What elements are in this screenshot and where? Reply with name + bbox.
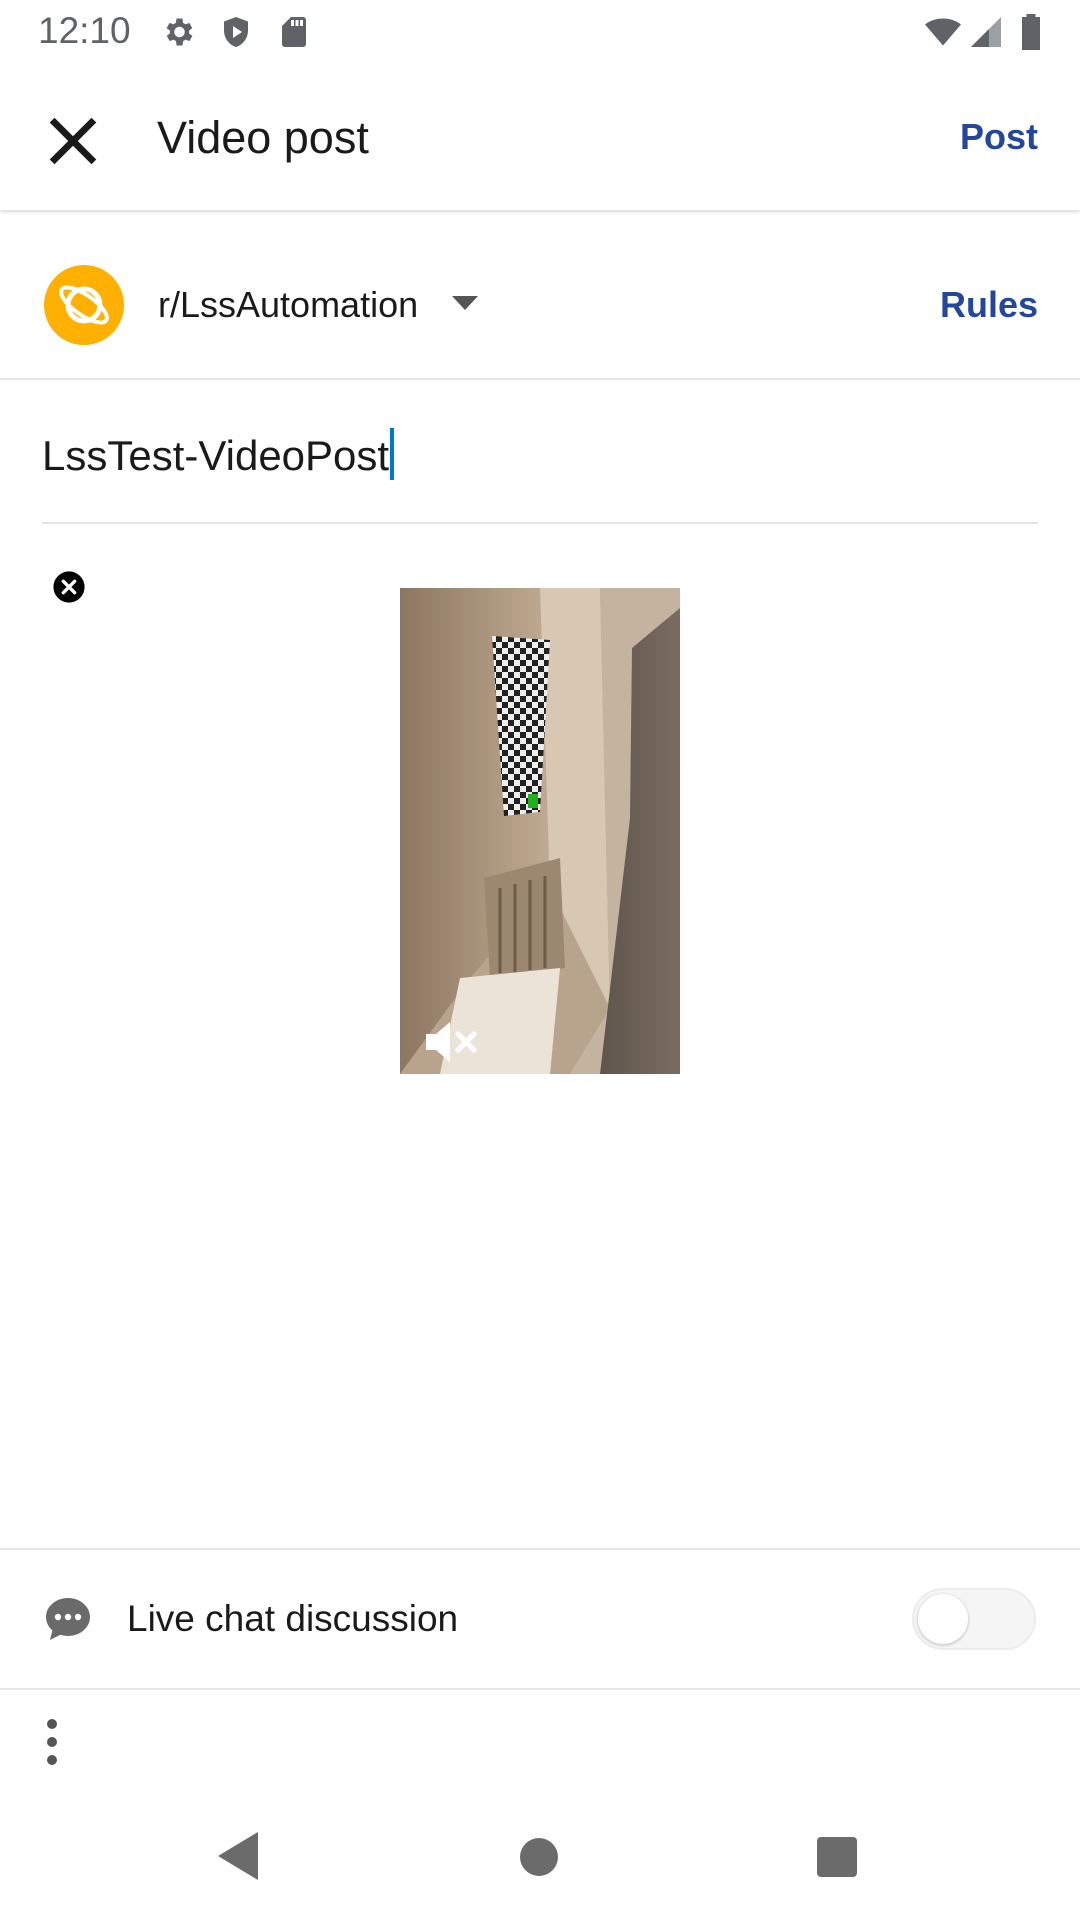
community-selector[interactable]: r/LssAutomation Rules (0, 212, 1080, 380)
rules-button[interactable]: Rules (940, 284, 1038, 326)
live-chat-row: Live chat discussion (0, 1550, 1080, 1688)
close-circle-icon[interactable] (52, 570, 86, 604)
volume-off-icon[interactable] (426, 1020, 482, 1064)
title-input[interactable]: LssTest-VideoPost (42, 380, 1038, 524)
planet-icon (59, 285, 109, 325)
app-bar: Video post Post (0, 64, 1080, 210)
title-input-value: LssTest-VideoPost (42, 428, 395, 480)
wifi-icon (925, 18, 961, 46)
page-title: Video post (157, 112, 369, 163)
close-icon[interactable] (36, 104, 110, 178)
home-icon[interactable] (518, 1836, 560, 1878)
settings-icon (166, 18, 193, 46)
community-name: r/LssAutomation (158, 284, 419, 325)
community-avatar (44, 265, 124, 345)
battery-icon (1022, 14, 1040, 50)
caret-down-icon (452, 296, 478, 310)
live-chat-toggle[interactable] (912, 1588, 1036, 1650)
recents-icon[interactable] (816, 1836, 858, 1878)
chat-bubble-icon (46, 1598, 90, 1640)
video-thumbnail (400, 588, 680, 1074)
shield-icon (224, 17, 248, 47)
status-bar: 12:10 (0, 0, 1080, 64)
divider (0, 1688, 1080, 1690)
text-caret (390, 428, 395, 480)
video-preview[interactable] (400, 588, 680, 1074)
title-text: LssTest-VideoPost (42, 432, 390, 479)
status-time: 12:10 (38, 10, 131, 51)
live-chat-label: Live chat discussion (127, 1598, 459, 1639)
back-icon[interactable] (216, 1830, 260, 1882)
toggle-knob (918, 1594, 968, 1644)
cellular-signal-icon (971, 17, 1001, 47)
more-vertical-icon[interactable] (30, 1714, 74, 1770)
post-button[interactable]: Post (960, 116, 1038, 158)
sd-card-icon (282, 17, 306, 47)
